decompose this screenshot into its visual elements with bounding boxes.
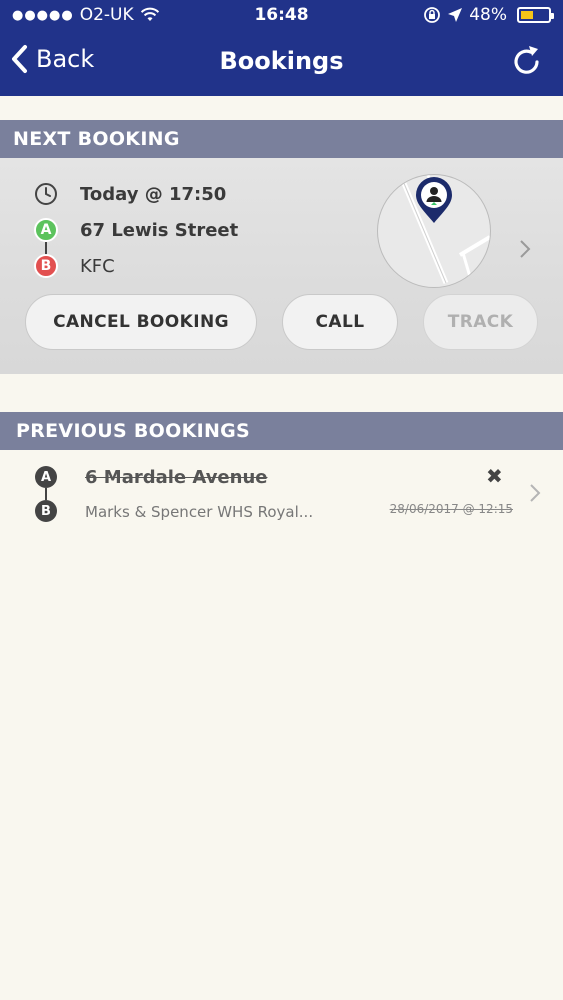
pickup-address: 67 Lewis Street — [80, 219, 239, 241]
track-button[interactable]: TRACK — [423, 294, 538, 350]
dropoff-address: KFC — [80, 255, 115, 277]
page-title: Bookings — [219, 47, 344, 75]
clock-icon — [35, 183, 57, 205]
previous-booking-date: 28/06/2017 @ 12:15 — [389, 502, 513, 516]
battery-tip — [551, 13, 554, 19]
booking-time: Today @ 17:50 — [80, 183, 227, 205]
pickup-marker-icon: A — [34, 218, 58, 242]
battery-percent: 48% — [469, 5, 507, 25]
map-thumbnail[interactable] — [377, 174, 491, 288]
call-button[interactable]: CALL — [282, 294, 398, 350]
app-header: ●●●●● O2-UK 16:48 48% Back Bookings — [0, 0, 563, 96]
map-pin-icon — [416, 177, 452, 223]
battery-fill — [521, 11, 533, 19]
previous-bookings-header: PREVIOUS BOOKINGS — [0, 412, 563, 450]
refresh-icon — [514, 46, 539, 74]
next-booking-card: Today @ 17:50 A 67 Lewis Street B KFC CA… — [0, 158, 563, 374]
chevron-right-icon[interactable] — [518, 238, 532, 260]
dropoff-row: B KFC — [34, 254, 115, 278]
dropoff-marker-icon: B — [35, 500, 57, 522]
next-booking-header: NEXT BOOKING — [0, 120, 563, 158]
location-arrow-icon — [448, 8, 463, 22]
cancel-booking-button[interactable]: CANCEL BOOKING — [25, 294, 257, 350]
status-bar: ●●●●● O2-UK 16:48 48% — [0, 0, 563, 32]
dropoff-marker-icon: B — [34, 254, 58, 278]
chevron-right-icon[interactable] — [528, 482, 542, 504]
battery-icon — [517, 7, 554, 23]
route-connector — [45, 488, 47, 500]
refresh-button[interactable] — [511, 44, 543, 82]
pickup-marker-icon: A — [35, 466, 57, 488]
list-item[interactable]: A B 6 Mardale Avenue Marks & Spencer WHS… — [0, 450, 563, 540]
status-right: 48% — [423, 5, 554, 25]
orientation-lock-icon — [424, 7, 441, 23]
previous-dropoff-address: Marks & Spencer WHS Royal... — [85, 503, 314, 521]
previous-pickup-address: 6 Mardale Avenue — [85, 467, 268, 488]
pickup-row: A 67 Lewis Street — [34, 218, 238, 242]
cancelled-x-icon: ✖ — [486, 464, 503, 488]
booking-time-row: Today @ 17:50 — [34, 182, 226, 206]
